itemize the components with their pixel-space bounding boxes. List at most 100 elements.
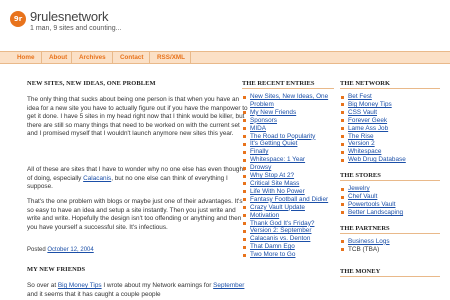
recent-entry-link[interactable]: Finally: [250, 148, 268, 155]
bullet-icon: [341, 150, 344, 154]
paragraph-text: I wrote about my Network earnings for: [101, 282, 214, 289]
network-site-link[interactable]: The Rise: [348, 133, 374, 140]
store-link[interactable]: Jewelry: [348, 185, 370, 192]
network-heading: The Network: [340, 80, 440, 89]
bullet-icon: [341, 187, 344, 191]
bullet-icon: [243, 166, 246, 170]
partner-label: TCB (TBA): [348, 245, 380, 253]
nav-home[interactable]: Home: [12, 52, 35, 63]
list-item: MIDA: [242, 125, 334, 133]
network-site-link[interactable]: CSS Vault: [348, 109, 377, 116]
post-date-link[interactable]: October 12, 2004: [47, 247, 93, 253]
partners-list: Business Logs TCB (TBA): [340, 238, 440, 254]
list-item: Fantasy Football and Didier: [242, 196, 334, 204]
recent-entry-link[interactable]: Two More to Go: [250, 251, 295, 258]
bullet-icon: [243, 119, 246, 123]
bullet-icon: [341, 135, 344, 139]
recent-entries-heading: The Recent Entries: [242, 80, 334, 89]
recent-entry-link[interactable]: Sponsors: [250, 117, 277, 124]
bullet-icon: [341, 211, 344, 215]
bullet-icon: [341, 158, 344, 162]
recent-entry-link[interactable]: Whitespace: 1 Year: [250, 156, 305, 163]
recent-entry-link[interactable]: That Damn Ego: [250, 243, 295, 250]
post-paragraph: All of these are sites that I have to wo…: [27, 166, 249, 192]
recent-entry-link[interactable]: Critical Site Mass: [250, 180, 299, 187]
bullet-icon: [243, 95, 246, 99]
list-item: Whitespace: 1 Year: [242, 156, 334, 164]
list-item: The Rise: [340, 133, 440, 141]
nav-contact[interactable]: Contact: [115, 52, 143, 63]
partners-heading: The Partners: [340, 225, 440, 234]
list-item: Better Landscaping: [340, 209, 440, 217]
bullet-icon: [243, 237, 246, 241]
network-site-link[interactable]: Version 2: [348, 140, 375, 147]
store-link[interactable]: Better Landscaping: [348, 209, 403, 216]
big-money-tips-link[interactable]: Big Money Tips: [58, 282, 102, 289]
post-meta: Posted October 12, 2004: [27, 246, 249, 255]
list-item: Finally: [242, 148, 334, 156]
calacanis-link[interactable]: Calacanis: [83, 175, 111, 182]
network-site-link[interactable]: Bet Fest: [348, 93, 372, 100]
bullet-icon: [341, 248, 344, 252]
bullet-icon: [341, 103, 344, 107]
nav-about[interactable]: About: [44, 52, 67, 63]
recent-entry-link[interactable]: New Sites, New Ideas, One Problem: [250, 93, 328, 108]
list-item: Drowsy: [242, 164, 334, 172]
partner-link[interactable]: Business Logs: [348, 238, 390, 245]
september-link[interactable]: September: [213, 282, 244, 289]
recent-entry-link[interactable]: Motivation: [250, 212, 279, 219]
recent-entry-link[interactable]: It's Getting Quiet: [250, 140, 297, 147]
list-item: Lame Ass Job: [340, 125, 440, 133]
list-item: Web Drug Database: [340, 156, 440, 164]
list-item: Forever Geek: [340, 117, 440, 125]
list-item: Jewelry: [340, 185, 440, 193]
bullet-icon: [341, 195, 344, 199]
bullet-icon: [341, 203, 344, 207]
bullet-icon: [243, 127, 246, 131]
list-item: It's Getting Quiet: [242, 140, 334, 148]
nav-divider: [71, 52, 72, 63]
post-title[interactable]: My New Friends: [27, 266, 227, 273]
list-item: Sponsors: [242, 117, 334, 125]
bullet-icon: [243, 150, 246, 154]
site-title[interactable]: 9rulesnetwork: [30, 9, 109, 24]
bullet-icon: [243, 214, 246, 218]
recent-entry-link[interactable]: Life With No Power: [250, 188, 305, 195]
recent-entry-link[interactable]: Calacanis vs. Denton: [250, 235, 310, 242]
store-link[interactable]: Chef Vault: [348, 193, 377, 200]
list-item: Motivation: [242, 212, 334, 220]
recent-entry-link[interactable]: My New Friends: [250, 109, 296, 116]
nav-divider: [149, 52, 150, 63]
list-item: Business Logs: [340, 238, 440, 246]
posted-label: Posted: [27, 247, 46, 253]
recent-entry-link[interactable]: Version 2: September: [250, 227, 311, 234]
nav-divider: [190, 52, 191, 63]
bullet-icon: [243, 190, 246, 194]
recent-entry-link[interactable]: Why Stop At 2?: [250, 172, 294, 179]
recent-entry-link[interactable]: The Road to Popularity: [250, 133, 315, 140]
logo-icon[interactable]: 9r: [10, 11, 26, 27]
recent-entry-link[interactable]: Drowsy: [250, 164, 271, 171]
stores-list: Jewelry Chef Vault Powertools Vault Bett…: [340, 185, 440, 217]
recent-entry-link[interactable]: Crazy Vault Update: [250, 204, 305, 211]
bullet-icon: [341, 95, 344, 99]
store-link[interactable]: Powertools Vault: [348, 201, 395, 208]
nav-archives[interactable]: Archives: [74, 52, 106, 63]
recent-entry-link[interactable]: MIDA: [250, 125, 266, 132]
list-item: Version 2: September: [242, 227, 334, 235]
list-item: TCB (TBA): [340, 246, 440, 254]
network-site-link[interactable]: Lame Ass Job: [348, 125, 388, 132]
list-item: Calacanis vs. Denton: [242, 235, 334, 243]
list-item: Two More to Go: [242, 251, 334, 259]
bullet-icon: [243, 253, 246, 257]
recent-entry-link[interactable]: Thank God It's Friday?: [250, 220, 314, 227]
money-heading: The Money: [340, 268, 440, 277]
post-title[interactable]: New Sites, New Ideas, One Problem: [27, 80, 227, 87]
list-item: That Damn Ego: [242, 243, 334, 251]
network-site-link[interactable]: Whitespace: [348, 148, 381, 155]
network-site-link[interactable]: Web Drug Database: [348, 156, 406, 163]
network-site-link[interactable]: Forever Geek: [348, 117, 387, 124]
network-site-link[interactable]: Big Money Tips: [348, 101, 392, 108]
recent-entry-link[interactable]: Fantasy Football and Didier: [250, 196, 328, 203]
nav-rss[interactable]: RSS/XML: [152, 52, 185, 63]
